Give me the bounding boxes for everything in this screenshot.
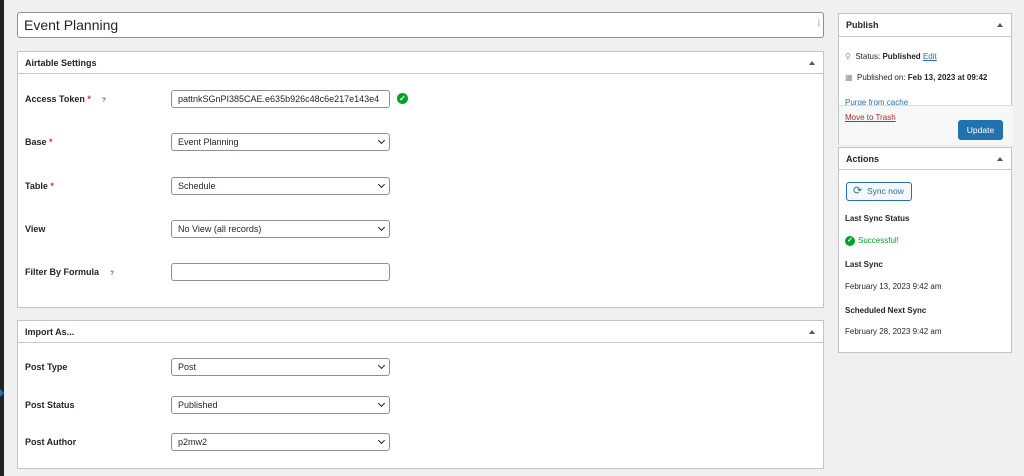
published-on-value: Feb 13, 2023 at 09:42 [907, 73, 988, 82]
actions-title: Actions [846, 154, 880, 164]
chevron-down-icon [377, 223, 386, 232]
update-button[interactable]: Update [958, 120, 1003, 140]
access-token-label: Access Token * ? [25, 94, 108, 106]
chevron-down-icon [377, 136, 386, 145]
chevron-down-icon [377, 361, 386, 370]
table-label: Table * [25, 181, 54, 191]
collapse-arrow-icon[interactable] [997, 157, 1003, 161]
publish-title: Publish [846, 20, 879, 30]
help-icon[interactable]: ? [99, 97, 108, 106]
publish-header[interactable]: Publish [839, 14, 1011, 37]
collapse-arrow-icon[interactable] [809, 61, 815, 65]
view-row: View No View (all records) [25, 220, 815, 238]
post-type-label: Post Type [25, 362, 68, 372]
import-as-box: Import As... Post Type Post Post Status … [17, 320, 824, 469]
access-token-input[interactable]: pattnkSGnPI385CAE.e635b926c48c6e217e143e… [171, 90, 390, 108]
post-author-label: Post Author [25, 437, 77, 447]
next-sync-label: Scheduled Next Sync [845, 306, 927, 315]
chevron-down-icon [377, 399, 386, 408]
view-select[interactable]: No View (all records) [171, 220, 390, 238]
base-select[interactable]: Event Planning [171, 133, 390, 151]
move-to-trash-link[interactable]: Move to Trash [845, 113, 896, 122]
checkmark-icon: ✓ [845, 236, 855, 246]
help-icon[interactable]: ? [108, 270, 117, 279]
airtable-settings-header[interactable]: Airtable Settings [18, 52, 823, 74]
filter-input[interactable] [171, 263, 390, 281]
status-edit-link[interactable]: Edit [923, 52, 937, 61]
table-select[interactable]: Schedule [171, 177, 390, 195]
post-type-row: Post Type Post [25, 358, 815, 376]
base-label: Base * [25, 137, 53, 147]
publish-footer: Move to Trash Update [839, 105, 1013, 145]
post-type-select[interactable]: Post [171, 358, 390, 376]
calendar-icon: ▦ [845, 73, 853, 82]
post-status-select[interactable]: Published [171, 396, 390, 414]
actions-box: Actions ⟳ Sync now Last Sync Status ✓ Suc… [838, 147, 1012, 353]
airtable-settings-title: Airtable Settings [25, 58, 97, 68]
table-row: Table * Schedule [25, 177, 815, 195]
post-author-select[interactable]: p2mw2 [171, 433, 390, 451]
checkmark-icon: ✓ [397, 93, 408, 104]
collapse-arrow-icon[interactable] [997, 23, 1003, 27]
post-title-input[interactable]: Event Planning ⦚ [17, 12, 824, 38]
menu-pointer [0, 389, 4, 397]
import-as-title: Import As... [25, 327, 75, 337]
filter-label: Filter By Formula ? [25, 267, 117, 279]
post-status-row: Post Status Published [25, 396, 815, 414]
sync-now-button[interactable]: ⟳ Sync now [846, 182, 912, 201]
field-handle-icon: ⦚ [817, 19, 820, 30]
access-token-row: Access Token * ? pattnkSGnPI385CAE.e635b… [25, 90, 815, 108]
post-status-label: Post Status [25, 400, 75, 410]
post-title-text: Event Planning [24, 17, 119, 33]
status-line: ⚲ Status: Published Edit [845, 52, 937, 61]
last-sync-status-value: ✓ Successful! [845, 236, 899, 246]
next-sync-value: February 28, 2023 9:42 am [845, 327, 942, 336]
last-sync-status-label: Last Sync Status [845, 214, 910, 223]
view-label: View [25, 224, 46, 234]
actions-header[interactable]: Actions [839, 148, 1011, 170]
import-as-header[interactable]: Import As... [18, 321, 823, 343]
admin-menu-edge [0, 0, 4, 476]
collapse-arrow-icon[interactable] [809, 330, 815, 334]
publish-box: Publish ⚲ Status: Published Edit ▦ Publi… [838, 13, 1013, 145]
base-row: Base * Event Planning [25, 133, 815, 151]
filter-row: Filter By Formula ? [25, 263, 815, 281]
chevron-down-icon [377, 436, 386, 445]
chevron-down-icon [377, 180, 386, 189]
published-on-line: ▦ Published on: Feb 13, 2023 at 09:42 [845, 73, 988, 82]
post-author-row: Post Author p2mw2 [25, 433, 815, 451]
status-value: Published [882, 52, 921, 61]
last-sync-value: February 13, 2023 9:42 am [845, 282, 942, 291]
pin-icon: ⚲ [845, 52, 851, 61]
last-sync-label: Last Sync [845, 260, 883, 269]
airtable-settings-box: Airtable Settings Access Token * ? pattn… [17, 51, 824, 308]
sync-icon: ⟳ [853, 185, 863, 197]
